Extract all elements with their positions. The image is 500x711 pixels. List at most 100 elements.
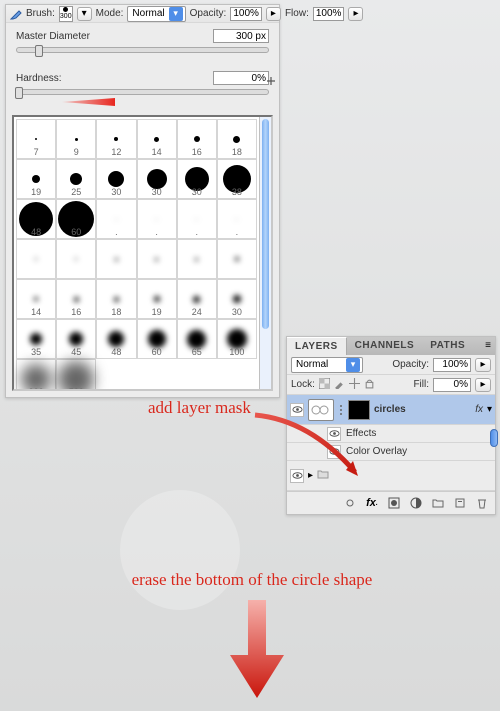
tab-channels[interactable]: CHANNELS [347, 337, 423, 355]
brush-preset[interactable]: 48 [16, 199, 56, 239]
tab-layers[interactable]: LAYERS [287, 337, 347, 355]
brush-preset[interactable]: 60 [56, 199, 96, 239]
brush-preset[interactable]: 14 [137, 119, 177, 159]
lock-paint-icon[interactable] [334, 378, 345, 392]
brush-preset-size-label: 35 [17, 347, 55, 357]
scrollbar-thumb[interactable] [262, 119, 269, 329]
brush-preset[interactable]: 30 [217, 279, 257, 319]
fx-badge[interactable]: fx [475, 404, 483, 415]
master-diameter-field[interactable]: 300 px [213, 29, 269, 43]
new-group-icon[interactable] [431, 496, 445, 510]
brush-preset[interactable]: . [137, 199, 177, 239]
brush-preset-size-label: 48 [97, 347, 135, 357]
brush-preset[interactable]: 35 [16, 319, 56, 359]
brush-preset[interactable] [96, 239, 136, 279]
layer-opacity-field[interactable]: 100% [433, 358, 471, 372]
annotation-arrow-mask [250, 410, 380, 500]
opacity-label: Opacity: [190, 8, 227, 19]
hardness-slider[interactable] [16, 89, 269, 95]
brush-preset-size-label: 65 [178, 347, 216, 357]
flow-dropdown-button[interactable]: ▸ [348, 7, 363, 21]
brush-preset[interactable]: 65 [177, 319, 217, 359]
new-layer-icon[interactable] [453, 496, 467, 510]
brush-preset-size-label: 60 [138, 347, 176, 357]
opacity-field[interactable]: 100% [230, 7, 262, 21]
brush-preset[interactable]: 30 [96, 159, 136, 199]
opacity-dropdown-button[interactable]: ▸ [475, 358, 491, 372]
brush-preset-size-label: 500 [57, 387, 95, 389]
opacity-dropdown-button[interactable]: ▸ [266, 7, 281, 21]
brush-preset[interactable] [177, 239, 217, 279]
blend-mode-select[interactable]: Normal▾ [291, 357, 363, 373]
flow-field[interactable]: 100% [313, 7, 345, 21]
panel-menu-icon[interactable] [265, 75, 277, 87]
brush-preset[interactable]: 30 [137, 159, 177, 199]
vertical-scrollbar[interactable] [259, 117, 271, 389]
layer-opacity-label: Opacity: [392, 359, 429, 370]
adjustment-layer-icon[interactable] [409, 496, 423, 510]
slider-thumb[interactable] [35, 45, 43, 57]
fill-dropdown-button[interactable]: ▸ [475, 378, 491, 392]
brush-preset[interactable]: 16 [177, 119, 217, 159]
master-diameter-label: Master Diameter [16, 31, 90, 42]
brush-preset[interactable]: 16 [56, 279, 96, 319]
brush-preset[interactable]: 60 [137, 319, 177, 359]
brush-options-panel: Brush: 300 ▾ Mode: Normal▾ Opacity: 100%… [5, 4, 280, 398]
brush-preset[interactable]: 500 [56, 359, 96, 389]
brush-preset[interactable]: 14 [16, 279, 56, 319]
brush-presets-grid-frame: 79121416181925303030384860....1416181924… [12, 115, 273, 391]
brush-preset[interactable]: 38 [217, 159, 257, 199]
brush-preset[interactable]: 300 [16, 359, 56, 389]
collapse-triangle-icon[interactable]: ▾ [487, 404, 492, 415]
panel-menu-icon[interactable]: ≡ [481, 337, 495, 355]
master-diameter-slider[interactable] [16, 47, 269, 53]
brush-preset[interactable]: 48 [96, 319, 136, 359]
brush-preset[interactable]: 19 [137, 279, 177, 319]
annotation-add-layer-mask: add layer mask [148, 398, 251, 418]
lock-position-icon[interactable] [349, 378, 360, 392]
hardness-field[interactable]: 0% [213, 71, 269, 85]
brush-preset[interactable]: 18 [217, 119, 257, 159]
tab-paths[interactable]: PATHS [422, 337, 473, 355]
brush-preset-size-label: 45 [57, 347, 95, 357]
brush-preset-dropdown-button[interactable]: ▾ [77, 7, 92, 21]
brush-preset-size-label: 30 [178, 187, 216, 197]
brush-preset-size-label: 19 [17, 187, 55, 197]
fill-label: Fill: [413, 379, 429, 390]
brush-tool-icon[interactable] [10, 8, 22, 20]
add-mask-icon[interactable] [387, 496, 401, 510]
brush-preset[interactable] [16, 239, 56, 279]
brush-preset[interactable]: 100 [217, 319, 257, 359]
hardness-row: Hardness: 0% [6, 57, 279, 99]
brush-preset-size-label: 48 [17, 227, 55, 237]
brush-preset[interactable]: . [96, 199, 136, 239]
master-diameter-row: Master Diameter 300 px [6, 23, 279, 57]
panel-resize-knob[interactable] [490, 429, 498, 447]
brush-preset-size-label: 16 [178, 147, 216, 157]
lock-all-icon[interactable] [364, 378, 375, 392]
trash-icon[interactable] [475, 496, 489, 510]
brush-preset[interactable]: 19 [16, 159, 56, 199]
brush-preset[interactable]: . [217, 199, 257, 239]
brush-preset-size-label: 60 [57, 227, 95, 237]
slider-thumb[interactable] [15, 87, 23, 99]
brush-preset-thumb[interactable]: 300 [59, 6, 73, 22]
lock-transparency-icon[interactable] [319, 378, 330, 392]
brush-preset[interactable] [137, 239, 177, 279]
brush-preset[interactable] [217, 239, 257, 279]
brush-preset[interactable] [56, 239, 96, 279]
brush-preset[interactable]: 18 [96, 279, 136, 319]
brush-preset[interactable]: 45 [56, 319, 96, 359]
brush-preset[interactable]: 25 [56, 159, 96, 199]
blend-mode-select[interactable]: Normal▾ [127, 6, 185, 22]
brush-options-bar: Brush: 300 ▾ Mode: Normal▾ Opacity: 100%… [6, 5, 279, 23]
brush-preset[interactable]: 7 [16, 119, 56, 159]
brush-preset[interactable]: 12 [96, 119, 136, 159]
brush-preset[interactable]: 30 [177, 159, 217, 199]
fill-field[interactable]: 0% [433, 378, 471, 392]
annotation-erase-bottom: erase the bottom of the circle shape [92, 570, 412, 590]
brush-preset[interactable]: 9 [56, 119, 96, 159]
brush-preset[interactable]: . [177, 199, 217, 239]
brush-preset[interactable]: 24 [177, 279, 217, 319]
panel-tabs: LAYERS CHANNELS PATHS ≡ [287, 337, 495, 355]
